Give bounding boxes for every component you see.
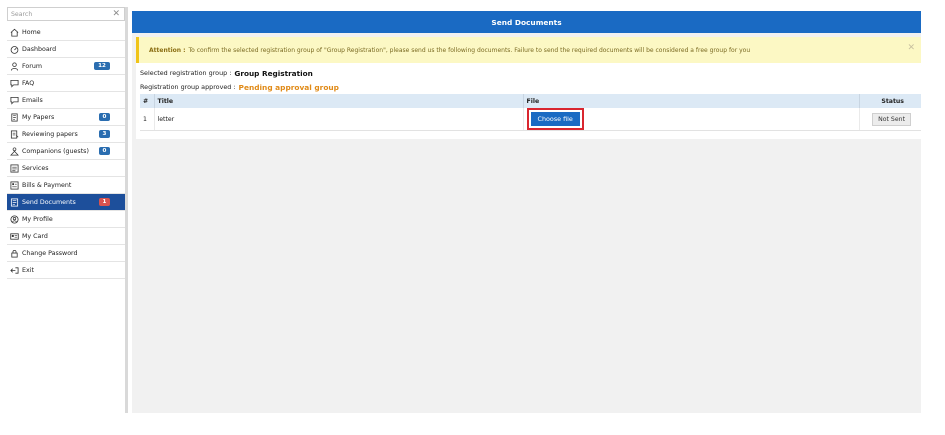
selected-group-label: Selected registration group :	[140, 69, 232, 77]
sidebar-item-label: FAQ	[22, 79, 35, 87]
column-header-file: File	[523, 94, 860, 108]
sidebar-item-emails[interactable]: Emails	[7, 92, 125, 109]
reviewing-count-badge: 3	[99, 130, 110, 138]
sidebar-item-my-papers[interactable]: My Papers 0	[7, 109, 125, 126]
sidebar-item-label: Exit	[22, 266, 34, 274]
sidebar-item-exit[interactable]: Exit	[7, 262, 125, 279]
sidebar-item-my-card[interactable]: My Card	[7, 228, 125, 245]
attention-alert: Attention : To confirm the selected regi…	[136, 37, 921, 63]
app-window: ✕ Home Dashboard Forum 12 FAQ Emai	[0, 0, 945, 435]
sidebar-item-label: Send Documents	[22, 198, 76, 206]
sidebar-item-bills-payment[interactable]: Bills & Payment	[7, 177, 125, 194]
services-icon	[10, 163, 19, 173]
paper-icon	[10, 112, 19, 122]
sidebar-item-label: Reviewing papers	[22, 130, 78, 138]
sidebar-item-services[interactable]: Services	[7, 160, 125, 177]
companions-icon	[10, 146, 19, 156]
sidebar-item-my-profile[interactable]: My Profile	[7, 211, 125, 228]
card-icon	[10, 232, 19, 241]
content-card: Attention : To confirm the selected regi…	[136, 37, 921, 139]
table-header-row: # Title File Status	[140, 94, 921, 108]
sidebar-menu: Home Dashboard Forum 12 FAQ Emails My Pa…	[7, 24, 125, 279]
choose-file-button[interactable]: Choose file	[530, 112, 580, 126]
sidebar-item-label: Home	[22, 28, 41, 36]
bill-icon	[10, 180, 19, 190]
papers-count-badge: 0	[99, 113, 110, 121]
chat-icon	[10, 96, 19, 105]
review-icon	[10, 129, 19, 139]
choose-file-highlight: Choose file	[526, 108, 584, 130]
approval-label: Registration group approved :	[140, 83, 236, 91]
sidebar: ✕ Home Dashboard Forum 12 FAQ Emai	[7, 7, 128, 413]
profile-icon	[10, 214, 19, 224]
selected-group-line: Selected registration group : Group Regi…	[136, 66, 921, 80]
row-status-cell: Not Sent	[859, 108, 921, 131]
column-header-status: Status	[859, 94, 921, 108]
sidebar-item-label: Bills & Payment	[22, 181, 72, 189]
row-number: 1	[140, 108, 155, 131]
selected-group-value: Group Registration	[234, 68, 313, 78]
sidebar-item-reviewing-papers[interactable]: Reviewing papers 3	[7, 126, 125, 143]
chat-icon	[10, 79, 19, 88]
column-header-title: Title	[154, 94, 524, 108]
close-icon[interactable]: ✕	[907, 43, 915, 53]
forum-count-badge: 12	[94, 62, 110, 70]
row-file-cell: Choose file	[523, 108, 860, 131]
column-header-number: #	[140, 94, 155, 108]
documents-table: # Title File Status 1 letter Choose file	[140, 94, 921, 131]
approval-line: Registration group approved : Pending ap…	[136, 80, 921, 94]
sidebar-item-label: My Profile	[22, 215, 53, 223]
row-title: letter	[154, 108, 524, 131]
sidebar-item-label: Services	[22, 164, 49, 172]
dashboard-icon	[10, 45, 19, 54]
home-icon	[10, 28, 19, 37]
sidebar-item-label: My Papers	[22, 113, 55, 121]
sidebar-item-label: Dashboard	[22, 45, 57, 53]
search-input[interactable]	[8, 8, 124, 20]
send-documents-count-badge: 1	[99, 198, 110, 206]
search-box: ✕	[7, 7, 125, 21]
close-icon[interactable]: ✕	[112, 9, 120, 20]
attention-label: Attention :	[149, 46, 186, 54]
exit-icon	[10, 266, 19, 275]
page-title: Send Documents	[132, 11, 921, 33]
sidebar-item-send-documents[interactable]: Send Documents 1	[7, 194, 125, 211]
user-icon	[10, 61, 19, 71]
main-panel: Send Documents Attention : To confirm th…	[132, 11, 921, 413]
sidebar-item-label: My Card	[22, 232, 48, 240]
lock-icon	[10, 249, 19, 258]
sidebar-item-label: Emails	[22, 96, 43, 104]
approval-status: Pending approval group	[238, 82, 339, 92]
sidebar-item-home[interactable]: Home	[7, 24, 125, 41]
attention-text: To confirm the selected registration gro…	[188, 46, 751, 54]
sidebar-item-companions[interactable]: Companions (guests) 0	[7, 143, 125, 160]
sidebar-item-change-password[interactable]: Change Password	[7, 245, 125, 262]
sidebar-item-label: Companions (guests)	[22, 147, 89, 155]
sidebar-item-faq[interactable]: FAQ	[7, 75, 125, 92]
status-badge: Not Sent	[872, 112, 911, 126]
sidebar-item-label: Forum	[22, 62, 42, 70]
sidebar-item-dashboard[interactable]: Dashboard	[7, 41, 125, 58]
document-icon	[10, 197, 19, 207]
sidebar-item-forum[interactable]: Forum 12	[7, 58, 125, 75]
companions-count-badge: 0	[99, 147, 110, 155]
sidebar-item-label: Change Password	[22, 249, 78, 257]
table-row: 1 letter Choose file Not Sent	[140, 108, 921, 131]
